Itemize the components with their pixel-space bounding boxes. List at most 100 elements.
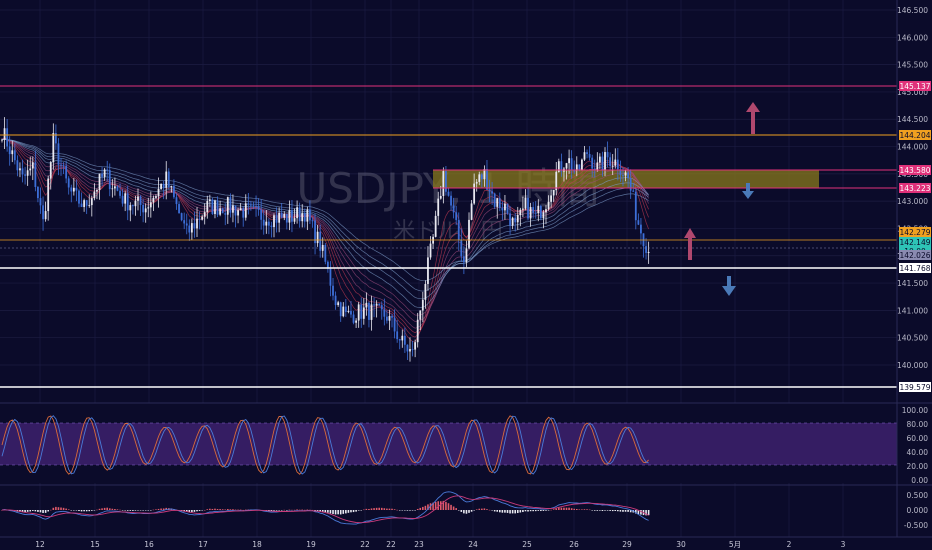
macd-bar <box>132 510 134 511</box>
trading-chart[interactable]: USDJPY, 1 時間 米ドル / 円 146.500146.000145.5… <box>0 0 932 550</box>
candle-body <box>47 178 50 212</box>
candle-body <box>586 152 588 154</box>
candle-body <box>401 335 404 341</box>
macd-bar <box>24 510 26 513</box>
macd-bar <box>198 510 201 511</box>
candle-body <box>13 150 16 161</box>
candle-body <box>632 190 635 192</box>
candle-body <box>255 206 257 207</box>
macd-bar <box>360 510 363 511</box>
candle-body <box>26 170 29 176</box>
macd-bar <box>370 508 373 510</box>
svg-text:142.279: 142.279 <box>899 228 930 237</box>
macd-bar <box>114 509 116 510</box>
macd-bar <box>49 509 52 511</box>
candle-body <box>144 208 147 213</box>
macd-bar <box>614 510 617 511</box>
macd-bar <box>534 510 537 512</box>
candle-body <box>301 213 304 222</box>
macd-bar <box>386 508 388 510</box>
macd-bar <box>44 510 47 513</box>
macd-bar <box>155 509 157 510</box>
candle-body <box>306 209 309 222</box>
macd-bar <box>352 510 355 513</box>
time-tick-label: 25 <box>522 540 532 549</box>
macd-bar <box>239 509 242 511</box>
candle-body <box>39 198 42 206</box>
candle-body <box>452 205 455 213</box>
macd-bar <box>422 506 424 510</box>
macd-axis[interactable]: 0.500 0.000 -0.500 <box>904 491 928 530</box>
candle-body <box>106 169 109 171</box>
candle-body <box>19 168 21 171</box>
macd-bar <box>329 510 332 514</box>
candle-body <box>275 215 278 223</box>
candle-body <box>593 168 596 170</box>
candle-body <box>647 251 650 253</box>
candle-body <box>419 310 422 320</box>
candle-body <box>591 157 594 169</box>
candle-body <box>601 156 604 170</box>
candle-body <box>196 218 198 229</box>
price-badge-141768: 141.768 <box>899 263 931 273</box>
macd-bar <box>103 507 106 510</box>
candle-body <box>139 196 142 205</box>
candle-body <box>416 319 419 343</box>
candle-body <box>398 339 401 341</box>
candle-body <box>357 304 360 321</box>
macd-bar <box>581 509 583 510</box>
macd-bar <box>275 510 278 511</box>
candle-body <box>588 153 591 158</box>
macd-bar <box>496 510 499 512</box>
macd-bar <box>550 509 552 511</box>
macd-bar <box>499 510 501 513</box>
candle-body <box>52 133 55 163</box>
candle-body <box>180 213 183 221</box>
candle-body <box>424 283 427 300</box>
time-tick-label: 24 <box>468 540 478 549</box>
oscillator-tick-label: 40.00 <box>907 448 929 457</box>
candle-body <box>278 212 281 223</box>
candle-body <box>606 152 609 158</box>
candle-body <box>470 203 473 220</box>
macd-bar <box>291 509 293 511</box>
macd-bar <box>529 510 532 512</box>
macd-bar <box>334 510 337 515</box>
candle-body <box>352 314 355 323</box>
candle-body <box>442 171 445 196</box>
candle-body <box>409 349 411 352</box>
candle-body <box>383 309 386 317</box>
macd-bar <box>565 507 568 510</box>
macd-bar <box>296 509 298 510</box>
candle-body <box>373 304 375 306</box>
candle-body <box>511 217 514 226</box>
macd-bar <box>121 510 124 511</box>
candle-body <box>280 212 283 218</box>
macd-bar <box>647 510 650 516</box>
candle-body <box>316 231 319 244</box>
candle-body <box>598 156 601 163</box>
candle-body <box>578 164 581 170</box>
candle-body <box>60 164 62 166</box>
svg-text:141.768: 141.768 <box>899 264 930 273</box>
candle-body <box>175 197 178 205</box>
macd-bar <box>547 510 550 511</box>
macd-bar <box>401 510 404 511</box>
candle-body <box>455 212 458 220</box>
macd-bar <box>355 510 357 512</box>
macd-bar <box>450 504 452 510</box>
candle-body <box>303 213 306 222</box>
candle-body <box>152 197 155 203</box>
candle-body <box>178 204 180 214</box>
macd-bar <box>486 509 488 510</box>
candle-body <box>391 316 393 318</box>
candle-body <box>555 171 558 191</box>
macd-bar <box>137 510 139 511</box>
candle-body <box>260 209 263 220</box>
macd-bar <box>609 510 611 511</box>
candle-body <box>193 223 196 229</box>
macd-bar <box>586 509 588 510</box>
candle-body <box>539 205 542 219</box>
candle-body <box>262 219 265 226</box>
macd-bar <box>209 508 211 510</box>
